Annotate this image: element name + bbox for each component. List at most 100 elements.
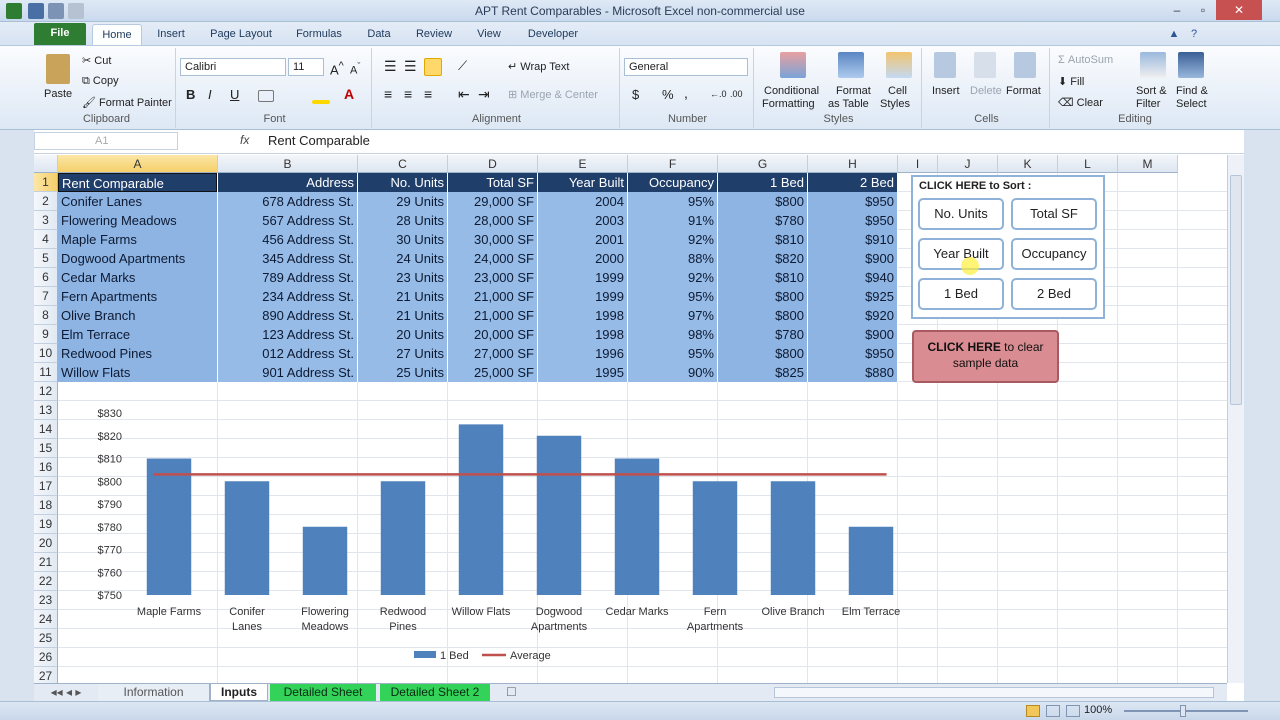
clear-button[interactable]: ⌫ Clear — [1058, 96, 1103, 109]
vertical-scrollbar[interactable] — [1227, 155, 1244, 683]
table-cell[interactable]: 567 Address St. — [218, 211, 357, 230]
table-cell[interactable]: 23,000 SF — [448, 268, 537, 287]
tab-detailed-sheet-2[interactable]: Detailed Sheet 2 — [380, 684, 490, 701]
tab-insert[interactable]: Insert — [148, 24, 194, 45]
zoom-slider[interactable] — [1124, 710, 1248, 712]
align-top-icon[interactable]: ☰ — [384, 58, 397, 75]
table-header-cell[interactable]: 2 Bed — [808, 173, 897, 192]
table-cell[interactable]: 901 Address St. — [218, 363, 357, 382]
delete-button[interactable]: Delete — [970, 85, 1002, 97]
align-center-icon[interactable]: ≡ — [404, 86, 412, 102]
format-button[interactable]: Format — [1006, 85, 1041, 97]
sort-occupancy-button[interactable]: Occupancy — [1011, 238, 1097, 270]
row-header[interactable]: 10 — [34, 344, 58, 363]
column-header[interactable]: B — [218, 155, 358, 173]
table-cell[interactable]: 92% — [628, 268, 717, 287]
table-cell[interactable]: 29,000 SF — [448, 192, 537, 211]
find-select-button[interactable]: Find & — [1176, 85, 1208, 97]
cell-styles-icon[interactable] — [886, 52, 912, 78]
paste-icon[interactable] — [46, 54, 70, 84]
table-cell[interactable]: 24 Units — [358, 249, 447, 268]
close-button[interactable]: ✕ — [1216, 0, 1262, 20]
binoculars-icon[interactable] — [1178, 52, 1204, 78]
table-cell[interactable]: Dogwood Apartments — [58, 249, 217, 268]
row-header[interactable]: 17 — [34, 477, 58, 496]
tab-formulas[interactable]: Formulas — [288, 24, 350, 45]
table-cell[interactable]: 2001 — [538, 230, 627, 249]
minimize-button[interactable]: – — [1164, 0, 1190, 20]
select-all-corner[interactable] — [34, 155, 58, 173]
table-cell[interactable]: 20,000 SF — [448, 325, 537, 344]
format-painter-button[interactable]: 🖌 Format Painter — [82, 96, 172, 109]
tab-view[interactable]: View — [468, 24, 510, 45]
row-header[interactable]: 11 — [34, 363, 58, 382]
align-right-icon[interactable]: ≡ — [424, 86, 432, 102]
table-cell[interactable]: 1998 — [538, 306, 627, 325]
row-header[interactable]: 18 — [34, 496, 58, 515]
format-as-table-button[interactable]: Format — [836, 85, 871, 97]
font-color-icon[interactable]: A — [344, 86, 354, 102]
row-header[interactable]: 20 — [34, 534, 58, 553]
grow-font-icon[interactable]: A^ — [330, 60, 344, 77]
table-cell[interactable]: $920 — [808, 306, 897, 325]
zoom-slider-thumb[interactable] — [1180, 705, 1186, 717]
table-cell[interactable]: 95% — [628, 192, 717, 211]
normal-view-icon[interactable] — [1026, 705, 1040, 717]
decrease-decimal-icon[interactable]: .00 — [730, 89, 743, 99]
help-icon[interactable]: ? — [1186, 24, 1202, 45]
table-header-cell[interactable]: Total SF — [448, 173, 537, 192]
column-header[interactable]: D — [448, 155, 538, 173]
table-cell[interactable]: 21 Units — [358, 287, 447, 306]
conditional-formatting-icon[interactable] — [780, 52, 806, 78]
conditional-formatting-button[interactable]: Conditional — [764, 85, 819, 97]
align-left-icon[interactable]: ≡ — [384, 86, 392, 102]
table-cell[interactable]: Willow Flats — [58, 363, 217, 382]
sort-1-bed-button[interactable]: 1 Bed — [918, 278, 1004, 310]
table-cell[interactable]: 2000 — [538, 249, 627, 268]
row-header[interactable]: 5 — [34, 249, 58, 268]
rent-chart[interactable]: $830 $820 $810 $800 $790 $780 $770 $760 $750 Mapl… — [58, 391, 918, 677]
align-middle-icon[interactable]: ☰ — [404, 58, 417, 75]
table-cell[interactable]: 98% — [628, 325, 717, 344]
column-header[interactable]: L — [1058, 155, 1118, 173]
table-cell[interactable]: $910 — [808, 230, 897, 249]
row-header[interactable]: 24 — [34, 610, 58, 629]
font-size-select[interactable]: 11 — [288, 58, 324, 76]
font-name-select[interactable]: Calibri — [180, 58, 286, 76]
row-header[interactable]: 4 — [34, 230, 58, 249]
table-cell[interactable]: $900 — [808, 325, 897, 344]
fill-button[interactable]: ⬇ Fill — [1058, 75, 1084, 88]
tab-home[interactable]: Home — [92, 24, 142, 45]
sort-filter-button[interactable]: Sort & — [1136, 85, 1167, 97]
table-cell[interactable]: $880 — [808, 363, 897, 382]
column-header[interactable]: A — [58, 155, 218, 173]
new-sheet-icon[interactable]: ☐ — [496, 684, 517, 701]
table-cell[interactable]: $800 — [718, 306, 807, 325]
table-cell[interactable]: 345 Address St. — [218, 249, 357, 268]
table-header-cell[interactable]: Year Built — [538, 173, 627, 192]
table-cell[interactable]: $800 — [718, 192, 807, 211]
table-cell[interactable]: Elm Terrace — [58, 325, 217, 344]
table-cell[interactable]: 27,000 SF — [448, 344, 537, 363]
row-header[interactable]: 16 — [34, 458, 58, 477]
row-header[interactable]: 7 — [34, 287, 58, 306]
column-header[interactable]: M — [1118, 155, 1178, 173]
increase-indent-icon[interactable]: ⇥ — [478, 86, 490, 103]
table-header-cell[interactable]: Occupancy — [628, 173, 717, 192]
table-cell[interactable]: $780 — [718, 325, 807, 344]
table-cell[interactable]: $800 — [718, 287, 807, 306]
table-cell[interactable]: $950 — [808, 192, 897, 211]
table-cell[interactable]: 2004 — [538, 192, 627, 211]
cell-styles-button[interactable]: Cell — [888, 85, 907, 97]
table-cell[interactable]: 97% — [628, 306, 717, 325]
table-cell[interactable]: $820 — [718, 249, 807, 268]
table-cell[interactable]: 30 Units — [358, 230, 447, 249]
sort-2-bed-button[interactable]: 2 Bed — [1011, 278, 1097, 310]
table-cell[interactable]: $825 — [718, 363, 807, 382]
table-cell[interactable]: 1999 — [538, 287, 627, 306]
table-cell[interactable]: 95% — [628, 344, 717, 363]
tab-page-layout[interactable]: Page Layout — [202, 24, 280, 45]
table-cell[interactable]: 1998 — [538, 325, 627, 344]
row-header[interactable]: 22 — [34, 572, 58, 591]
shrink-font-icon[interactable]: Aˇ — [350, 61, 360, 77]
